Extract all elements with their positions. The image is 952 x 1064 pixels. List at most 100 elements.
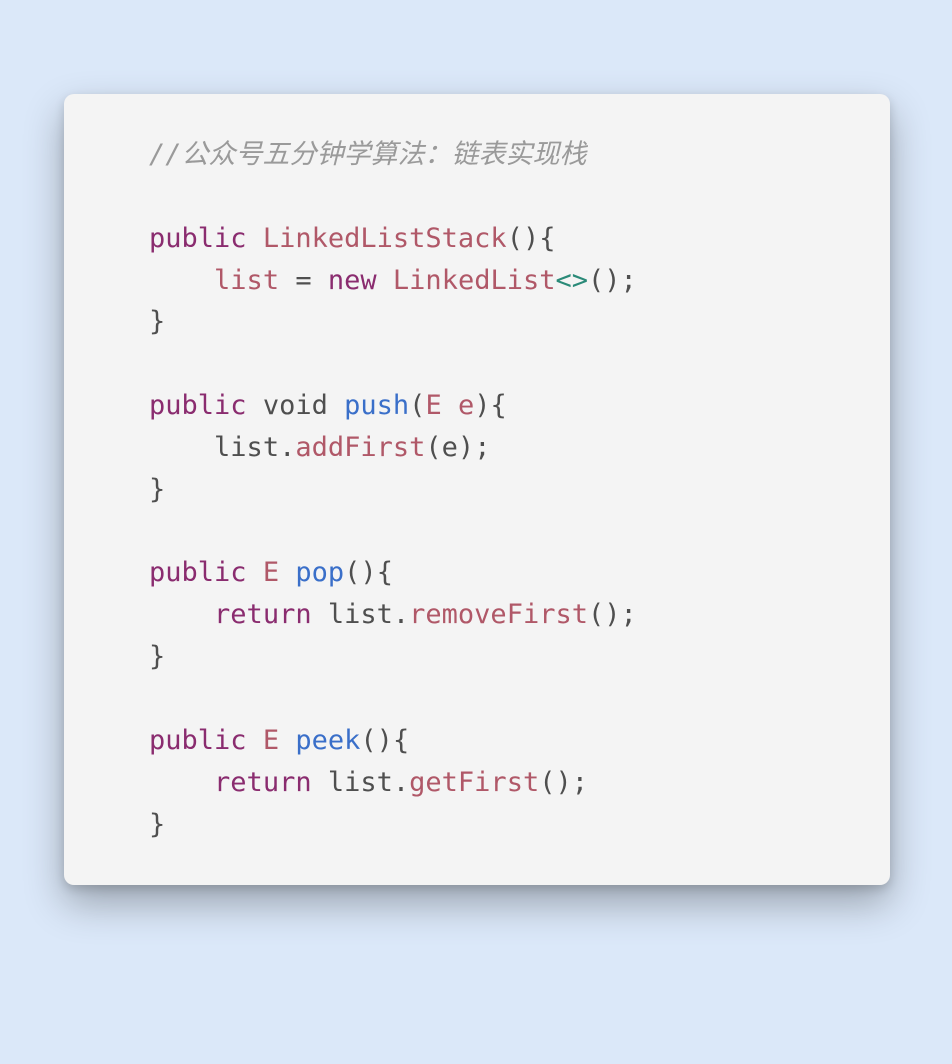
indent: [84, 725, 149, 756]
brace-close: }: [149, 641, 165, 672]
code-line: public E pop(){: [84, 557, 393, 588]
brace-close: }: [149, 306, 165, 337]
method-name: pop: [295, 557, 344, 588]
angle-open: <: [555, 265, 571, 296]
paren-open: (: [409, 390, 425, 421]
brace-open: {: [393, 725, 409, 756]
type-name: LinkedList: [393, 265, 556, 296]
brace-close: }: [149, 809, 165, 840]
dot: .: [393, 767, 409, 798]
semicolon: ;: [621, 599, 637, 630]
paren-open: (: [507, 223, 523, 254]
code-line: list = new LinkedList<>();: [84, 265, 637, 296]
space: [312, 599, 328, 630]
indent: [84, 139, 149, 170]
paren-open: (: [588, 265, 604, 296]
arg: e: [442, 432, 458, 463]
paren-close: ): [377, 725, 393, 756]
space: [279, 725, 295, 756]
brace-open: {: [377, 557, 393, 588]
brace-close: }: [149, 474, 165, 505]
equals: =: [295, 265, 311, 296]
code-card: //公众号五分钟学算法：链表实现栈 public LinkedListStack…: [64, 94, 890, 885]
indent: [84, 809, 149, 840]
space: [377, 265, 393, 296]
identifier: list: [328, 767, 393, 798]
indent: [84, 223, 149, 254]
paren-open: (: [539, 767, 555, 798]
semicolon: ;: [621, 265, 637, 296]
paren-close: ): [523, 223, 539, 254]
type-name: E: [425, 390, 441, 421]
space: [279, 557, 295, 588]
semicolon: ;: [572, 767, 588, 798]
paren-open: (: [425, 432, 441, 463]
keyword-public: public: [149, 223, 247, 254]
method-call: removeFirst: [409, 599, 588, 630]
method-call: getFirst: [409, 767, 539, 798]
code-line: }: [84, 809, 165, 840]
keyword-public: public: [149, 725, 247, 756]
paren-close: ): [604, 599, 620, 630]
identifier: list: [214, 265, 279, 296]
keyword-void: void: [263, 390, 328, 421]
space: [442, 390, 458, 421]
keyword-return: return: [214, 599, 312, 630]
type-name: E: [263, 725, 279, 756]
semicolon: ;: [474, 432, 490, 463]
space: [328, 390, 344, 421]
comment: //公众号五分钟学算法：链表实现栈: [149, 139, 587, 170]
dot: .: [393, 599, 409, 630]
indent: [84, 306, 149, 337]
code-line: }: [84, 306, 165, 337]
paren-close: ): [604, 265, 620, 296]
type-name: E: [263, 557, 279, 588]
space: [312, 767, 328, 798]
brace-open: {: [539, 223, 555, 254]
paren-close: ): [458, 432, 474, 463]
paren-open: (: [360, 725, 376, 756]
code-line: return list.getFirst();: [84, 767, 588, 798]
space: [279, 265, 295, 296]
indent: [84, 432, 214, 463]
code-line: return list.removeFirst();: [84, 599, 637, 630]
identifier: list: [328, 599, 393, 630]
code-line: }: [84, 641, 165, 672]
space: [247, 390, 263, 421]
space: [247, 223, 263, 254]
paren-close: ): [360, 557, 376, 588]
indent: [84, 265, 214, 296]
brace-open: {: [491, 390, 507, 421]
indent: [84, 474, 149, 505]
keyword-new: new: [328, 265, 377, 296]
dot: .: [279, 432, 295, 463]
paren-open: (: [588, 599, 604, 630]
paren-open: (: [344, 557, 360, 588]
method-name: peek: [295, 725, 360, 756]
code-line: public void push(E e){: [84, 390, 507, 421]
code-line: list.addFirst(e);: [84, 432, 490, 463]
paren-close: ): [555, 767, 571, 798]
keyword-public: public: [149, 390, 247, 421]
method-call: addFirst: [295, 432, 425, 463]
code-line: //公众号五分钟学算法：链表实现栈: [84, 139, 587, 170]
param-name: e: [458, 390, 474, 421]
code-line: public E peek(){: [84, 725, 409, 756]
type-name: LinkedListStack: [263, 223, 507, 254]
indent: [84, 599, 214, 630]
space: [247, 557, 263, 588]
indent: [84, 557, 149, 588]
keyword-return: return: [214, 767, 312, 798]
code-line: }: [84, 474, 165, 505]
space: [247, 725, 263, 756]
angle-close: >: [572, 265, 588, 296]
method-name: push: [344, 390, 409, 421]
indent: [84, 641, 149, 672]
indent: [84, 390, 149, 421]
indent: [84, 767, 214, 798]
paren-close: ): [474, 390, 490, 421]
keyword-public: public: [149, 557, 247, 588]
space: [312, 265, 328, 296]
code-line: public LinkedListStack(){: [84, 223, 555, 254]
code-block: //公众号五分钟学算法：链表实现栈 public LinkedListStack…: [84, 134, 870, 845]
